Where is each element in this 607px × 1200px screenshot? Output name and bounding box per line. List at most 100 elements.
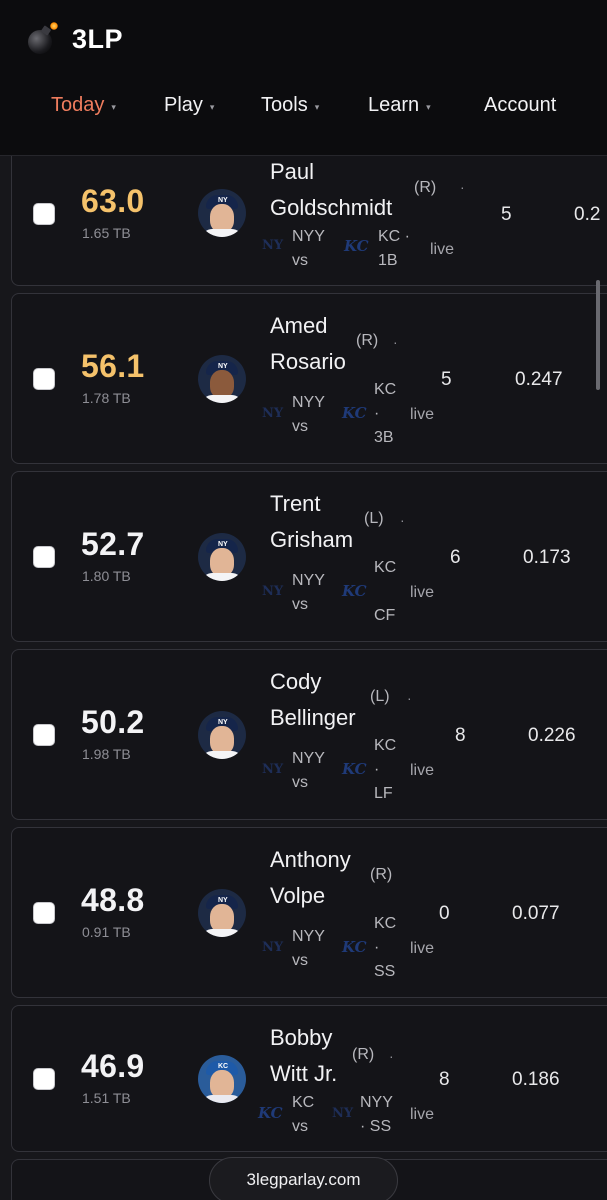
projection-score: 50.2 [81,704,145,740]
kc-logo-icon: KC [342,582,367,600]
position: · SS [360,1118,392,1135]
nav-account[interactable]: Account [484,94,556,117]
position: CF [374,607,396,624]
team-a: NYY [292,750,325,767]
nav-today[interactable]: Today ▾ [51,94,116,117]
vs-label: vs [292,952,308,969]
stat-average: 0.2 [574,204,601,225]
vs-label: vs [292,1118,308,1135]
stat-average: 0.173 [523,547,571,568]
player-card[interactable]: 52.7 1.80 TB NY Trent Grisham (L) · NY N… [11,471,607,642]
nyy-logo-icon: NY [262,406,284,421]
team-b: KC [374,915,397,932]
nav-tools[interactable]: Tools ▾ [261,94,319,117]
game-status: live [410,762,435,779]
player-first-name[interactable]: Amed [270,308,327,344]
select-checkbox[interactable] [33,546,55,568]
total-bases: 1.80 TB [82,568,131,584]
site-link-button[interactable]: 3legparlay.com [209,1157,398,1200]
batting-hand: (L) [364,510,384,527]
vs-label: vs [292,418,308,435]
select-checkbox[interactable] [33,902,55,924]
total-bases: 1.98 TB [82,746,131,762]
select-checkbox[interactable] [33,1068,55,1090]
main-nav: Today ▾ Play ▾ Tools ▾ Learn ▾ Account [0,94,607,120]
batting-hand: (R) [352,1046,375,1063]
batting-hand: (L) [370,688,390,705]
nyy-logo-icon: NY [262,238,284,253]
player-card[interactable]: 56.1 1.78 TB NY Amed Rosario (R) · NY NY… [11,293,607,464]
chevron-down-icon: ▾ [111,102,116,112]
team-b: NYY [360,1094,393,1111]
chevron-down-icon: ▾ [426,102,431,112]
player-first-name[interactable]: Bobby [270,1020,332,1056]
team-a: NYY [292,228,325,245]
player-card[interactable]: 50.2 1.98 TB NY Cody Bellinger (L) · NY … [11,649,607,820]
total-bases: 1.51 TB [82,1090,131,1106]
brand[interactable]: 3LP [26,22,123,56]
game-status: live [410,584,435,601]
player-avatar: NY [198,711,246,759]
player-last-name[interactable]: Rosario [270,344,346,380]
separator-dot: · [460,179,465,195]
player-avatar: KC [198,1055,246,1103]
player-first-name[interactable]: Trent [270,486,321,522]
stat-games: 8 [439,1069,450,1090]
player-first-name[interactable]: Paul [270,154,314,190]
stat-average: 0.247 [515,369,563,390]
nav-play[interactable]: Play ▾ [164,94,214,117]
player-first-name[interactable]: Anthony [270,842,351,878]
nyy-logo-icon: NY [332,1106,354,1121]
stat-average: 0.077 [512,903,560,924]
position: LF [374,785,393,802]
position: SS [374,963,396,980]
separator-dot: · [374,405,380,422]
stat-games: 0 [439,903,450,924]
nav-learn[interactable]: Learn ▾ [368,94,431,117]
position: 1B [378,252,398,269]
team-b: KC [374,559,397,576]
nav-tools-label: Tools [261,94,308,116]
team-a: NYY [292,928,325,945]
scrollbar[interactable] [596,280,600,390]
stat-average: 0.186 [512,1069,560,1090]
vs-label: vs [292,596,308,613]
bomb-icon [26,22,60,56]
player-card[interactable]: 46.9 1.51 TB KC Bobby Witt Jr. (R) · KC … [11,1005,607,1152]
nyy-logo-icon: NY [262,940,284,955]
separator-dot: · [374,761,380,778]
total-bases: 1.78 TB [82,390,131,406]
chevron-down-icon: ▾ [314,102,320,112]
nyy-logo-icon: NY [262,584,284,599]
player-card[interactable]: 48.8 0.91 TB NY Anthony Volpe (R) NY NYY… [11,827,607,998]
team-a: NYY [292,394,325,411]
position: 3B [374,429,394,446]
player-first-name[interactable]: Cody [270,664,321,700]
stat-games: 8 [455,725,466,746]
chevron-down-icon: ▾ [209,102,215,112]
top-header: 3LP Today ▾ Play ▾ Tools ▾ Learn ▾ Account [0,0,607,156]
select-checkbox[interactable] [33,368,55,390]
batting-hand: (R) [356,332,379,349]
nav-account-label: Account [484,94,557,116]
select-checkbox[interactable] [33,724,55,746]
player-last-name[interactable]: Goldschmidt [270,190,392,226]
kc-logo-icon: KC [342,760,367,778]
separator-dot: · [389,1048,394,1064]
player-last-name[interactable]: Volpe [270,878,325,914]
team-a: NYY [292,572,325,589]
stat-average: 0.226 [528,725,576,746]
kc-logo-icon: KC [342,404,367,422]
separator-dot: · [393,334,398,350]
player-last-name[interactable]: Grisham [270,522,353,558]
select-checkbox[interactable] [33,203,55,225]
team-b: KC · [378,228,410,245]
game-status: live [430,241,455,258]
total-bases: 0.91 TB [82,924,131,940]
player-last-name[interactable]: Bellinger [270,700,356,736]
player-last-name[interactable]: Witt Jr. [270,1056,337,1092]
nyy-logo-icon: NY [262,762,284,777]
vs-label: vs [292,252,308,269]
brand-name: 3LP [72,23,124,54]
player-avatar: NY [198,189,246,237]
